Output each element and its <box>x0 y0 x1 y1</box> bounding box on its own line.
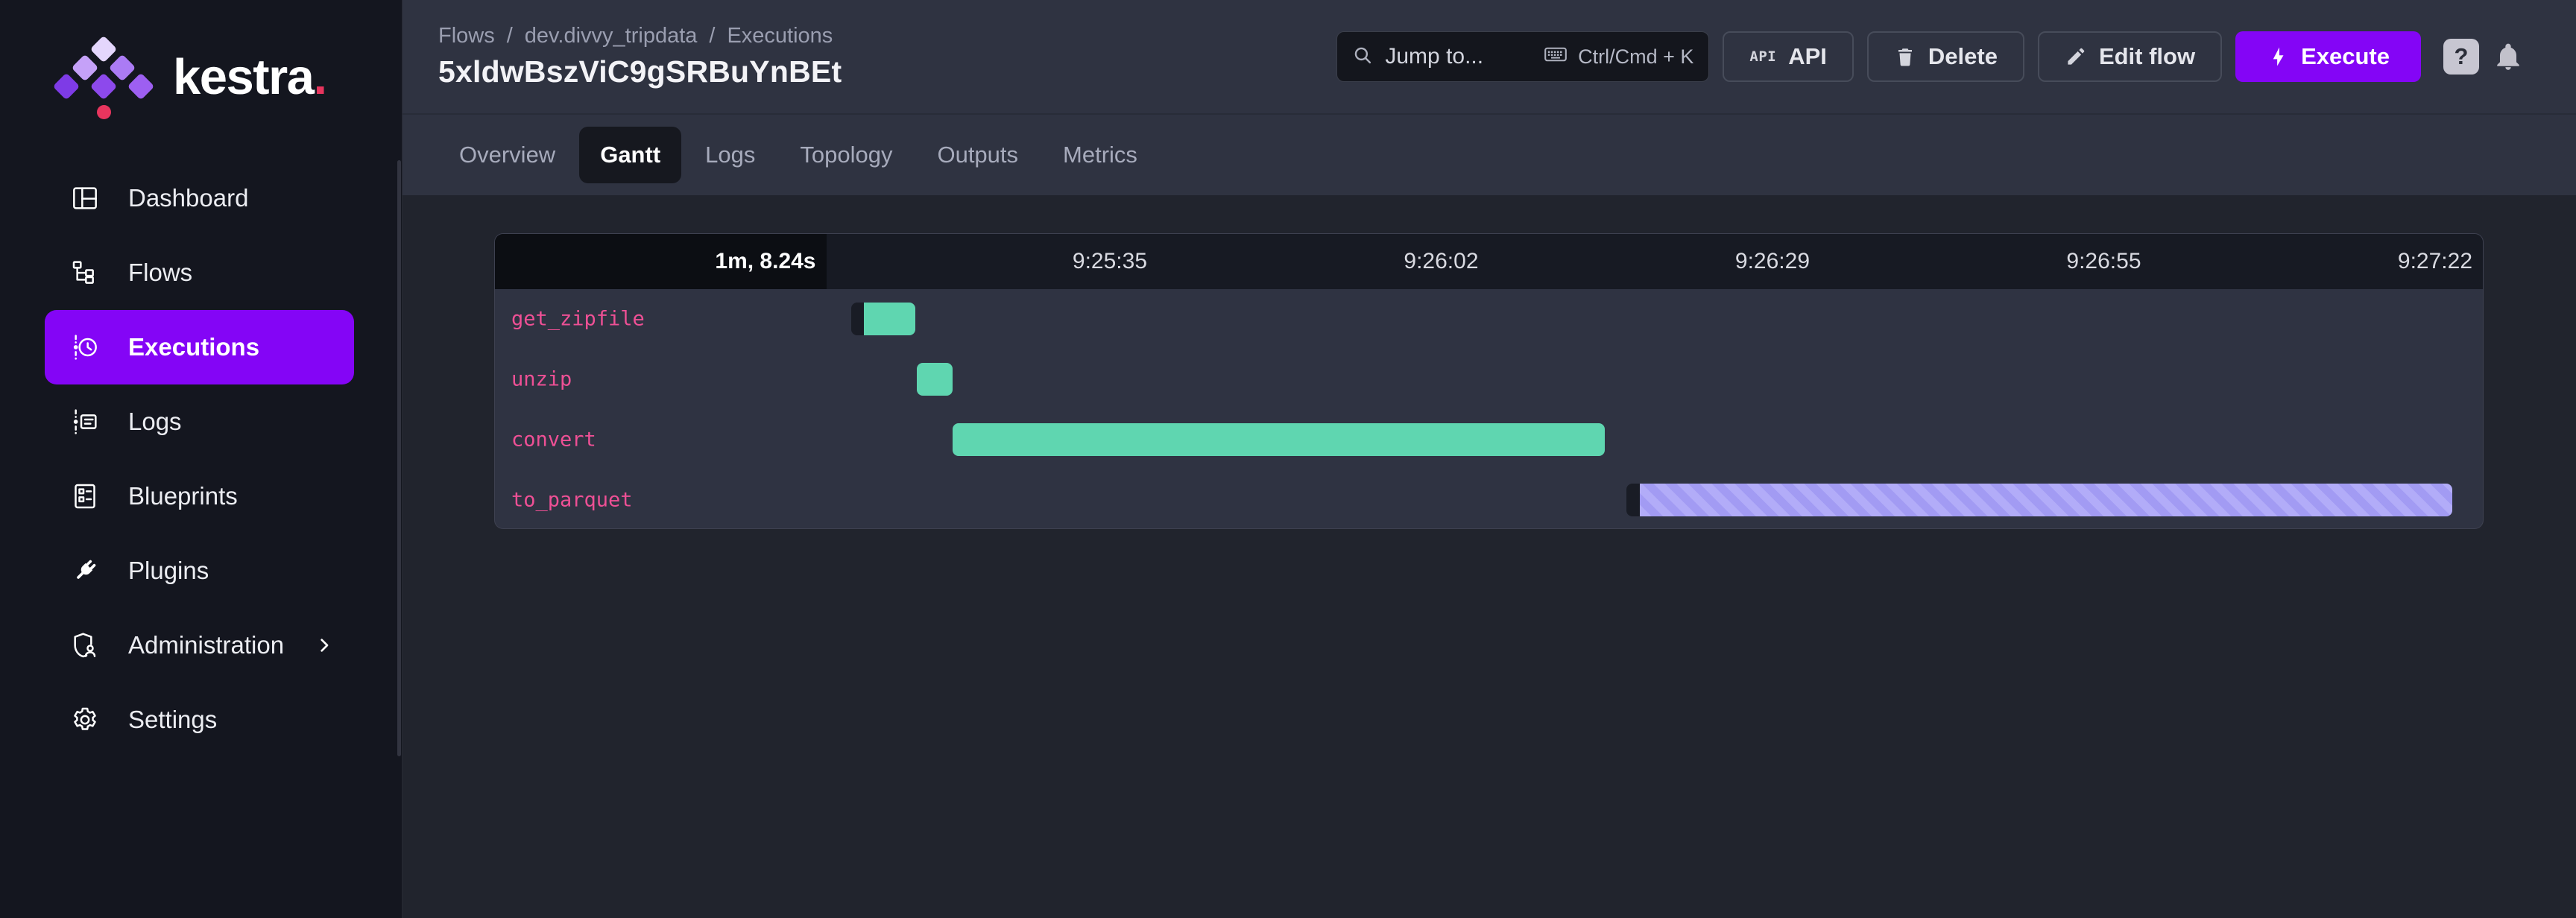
bell-icon <box>2493 41 2524 72</box>
search-placeholder: Jump to... <box>1385 44 1483 69</box>
tab-outputs[interactable]: Outputs <box>916 127 1039 183</box>
edit-flow-button[interactable]: Edit flow <box>2038 31 2222 82</box>
breadcrumb-item-namespace[interactable]: dev.divvy_tripdata <box>525 24 698 48</box>
tab-logs[interactable]: Logs <box>684 127 776 183</box>
tab-metrics[interactable]: Metrics <box>1042 127 1158 183</box>
plug-icon <box>70 556 100 586</box>
search-shortcut: Ctrl/Cmd + K <box>1542 41 1693 73</box>
sidebar-item-label: Dashboard <box>128 184 248 212</box>
notifications-button[interactable] <box>2493 41 2524 72</box>
gantt-row-to-parquet: to_parquet <box>495 469 2483 529</box>
question-mark-icon: ? <box>2455 43 2469 70</box>
kestra-logo-icon <box>57 39 151 114</box>
gantt-header: 1m, 8.24s 9:25:35 9:26:02 9:26:29 9:26:5… <box>495 234 2483 289</box>
gantt-tick: 9:26:55 <box>1820 234 2152 289</box>
gantt-bar[interactable] <box>1626 484 2452 516</box>
sidebar-item-label: Blueprints <box>128 482 238 510</box>
breadcrumb-separator: / <box>709 24 715 48</box>
sidebar-item-label: Settings <box>128 706 217 734</box>
sidebar-nav: Dashboard Flows Executions Logs <box>0 161 402 757</box>
gantt-total-duration: 1m, 8.24s <box>495 234 827 289</box>
pencil-icon <box>2065 45 2087 68</box>
content-area: 1m, 8.24s 9:25:35 9:26:02 9:26:29 9:26:5… <box>402 195 2576 918</box>
delete-button[interactable]: Delete <box>1867 31 2024 82</box>
logs-timeline-icon <box>70 407 100 437</box>
breadcrumb-item-executions[interactable]: Executions <box>727 24 833 48</box>
sidebar-item-label: Plugins <box>128 557 209 585</box>
gantt-panel: 1m, 8.24s 9:25:35 9:26:02 9:26:29 9:26:5… <box>494 233 2484 529</box>
dashboard-grid-icon <box>70 183 100 213</box>
brand-wordmark: kestra. <box>173 48 326 106</box>
kestra-app: kestra. Dashboard Flows Executions <box>0 0 2576 918</box>
gantt-tick: 9:26:29 <box>1489 234 1821 289</box>
sidebar-item-logs[interactable]: Logs <box>45 384 354 459</box>
tab-gantt[interactable]: Gantt <box>579 127 681 183</box>
help-button[interactable]: ? <box>2443 39 2479 75</box>
tab-overview[interactable]: Overview <box>438 127 576 183</box>
sidebar: kestra. Dashboard Flows Executions <box>0 0 402 918</box>
main-area: Flows / dev.divvy_tripdata / Executions … <box>402 0 2576 918</box>
sidebar-item-label: Executions <box>128 333 259 361</box>
gantt-row-unzip: unzip <box>495 349 2483 410</box>
chevron-right-icon <box>312 633 336 657</box>
task-label[interactable]: unzip <box>511 368 572 391</box>
execute-button[interactable]: Execute <box>2235 31 2421 82</box>
trash-icon <box>1894 45 1916 68</box>
gantt-bar[interactable] <box>917 363 953 396</box>
sidebar-item-administration[interactable]: Administration <box>45 608 354 683</box>
breadcrumb-item-flows[interactable]: Flows <box>438 24 495 48</box>
sidebar-item-plugins[interactable]: Plugins <box>45 534 354 608</box>
flows-tree-icon <box>70 258 100 288</box>
sidebar-item-label: Flows <box>128 259 192 287</box>
sidebar-item-dashboard[interactable]: Dashboard <box>45 161 354 235</box>
sidebar-item-label: Logs <box>128 408 182 436</box>
gantt-bar[interactable] <box>953 423 1604 456</box>
executions-clock-icon <box>70 332 100 362</box>
gear-icon <box>70 705 100 735</box>
breadcrumb: Flows / dev.divvy_tripdata / Executions <box>438 24 842 48</box>
gantt-bar[interactable] <box>851 303 915 335</box>
sidebar-item-blueprints[interactable]: Blueprints <box>45 459 354 534</box>
header-actions: Jump to... Ctrl/Cmd + K API API <box>1336 31 2524 82</box>
gantt-tick: 9:26:02 <box>1158 234 1489 289</box>
tab-topology[interactable]: Topology <box>779 127 913 183</box>
gantt-row-get-zipfile: get_zipfile <box>495 289 2483 349</box>
sidebar-scrollbar[interactable] <box>397 160 401 756</box>
execution-id-title: 5xldwBszViC9gSRBuYnBEt <box>438 54 842 89</box>
page-header: Flows / dev.divvy_tripdata / Executions … <box>402 0 2576 113</box>
execution-tabs: Overview Gantt Logs Topology Outputs Met… <box>402 113 2576 195</box>
sidebar-item-flows[interactable]: Flows <box>45 235 354 310</box>
gantt-tick: 9:27:22 <box>2152 234 2484 289</box>
api-button[interactable]: API API <box>1723 31 1854 82</box>
sidebar-item-settings[interactable]: Settings <box>45 683 354 757</box>
lightning-icon <box>2267 45 2289 68</box>
api-icon: API <box>1749 48 1776 65</box>
kestra-logo[interactable]: kestra. <box>0 0 402 119</box>
sidebar-item-executions[interactable]: Executions <box>45 310 354 384</box>
search-icon <box>1351 43 1374 71</box>
task-label[interactable]: convert <box>511 428 596 451</box>
gantt-row-convert: convert <box>495 410 2483 470</box>
sidebar-item-label: Administration <box>128 631 284 659</box>
task-label[interactable]: to_parquet <box>511 488 633 511</box>
task-label[interactable]: get_zipfile <box>511 308 645 331</box>
keyboard-icon <box>1542 41 1569 73</box>
shield-account-icon <box>70 630 100 660</box>
breadcrumb-separator: / <box>507 24 513 48</box>
jump-to-search[interactable]: Jump to... Ctrl/Cmd + K <box>1336 31 1709 82</box>
gantt-tick: 9:25:35 <box>827 234 1158 289</box>
blueprints-card-icon <box>70 481 100 511</box>
gantt-body: get_zipfile unzip convert to_parquet <box>495 289 2483 529</box>
